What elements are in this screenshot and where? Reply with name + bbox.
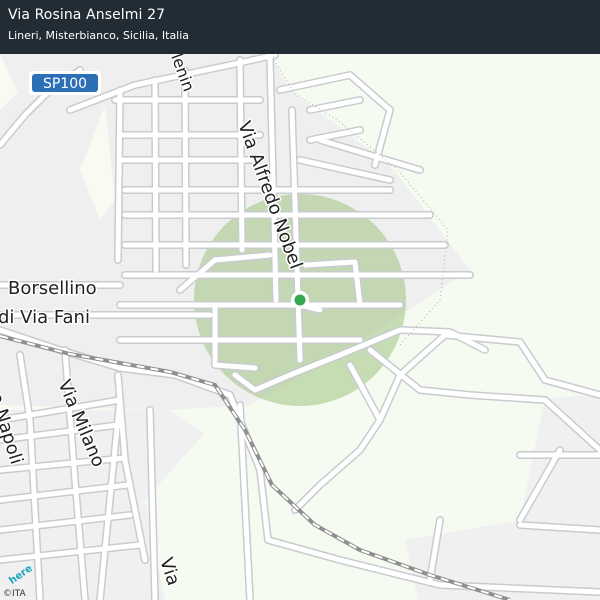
location-dot-icon[interactable] (291, 291, 309, 309)
road-shield-label: SP100 (43, 76, 87, 92)
address-title: Via Rosina Anselmi 27 (8, 7, 166, 23)
road-shield-icon: SP100 (29, 71, 101, 95)
street-label-borsellino: Borsellino (8, 278, 97, 299)
address-header: Via Rosina Anselmi 27 Lineri, Misterbian… (0, 0, 600, 54)
street-label-via-fani: di Via Fani (0, 307, 90, 328)
address-subtitle: Lineri, Misterbianco, Sicilia, Italia (8, 29, 190, 42)
map-view[interactable]: SP100 Via Alfredo Nobel Borsellino di Vi… (0, 0, 600, 600)
map-attribution: ©ITA (3, 589, 26, 599)
map-canvas[interactable]: SP100 Via Alfredo Nobel Borsellino di Vi… (0, 0, 600, 600)
